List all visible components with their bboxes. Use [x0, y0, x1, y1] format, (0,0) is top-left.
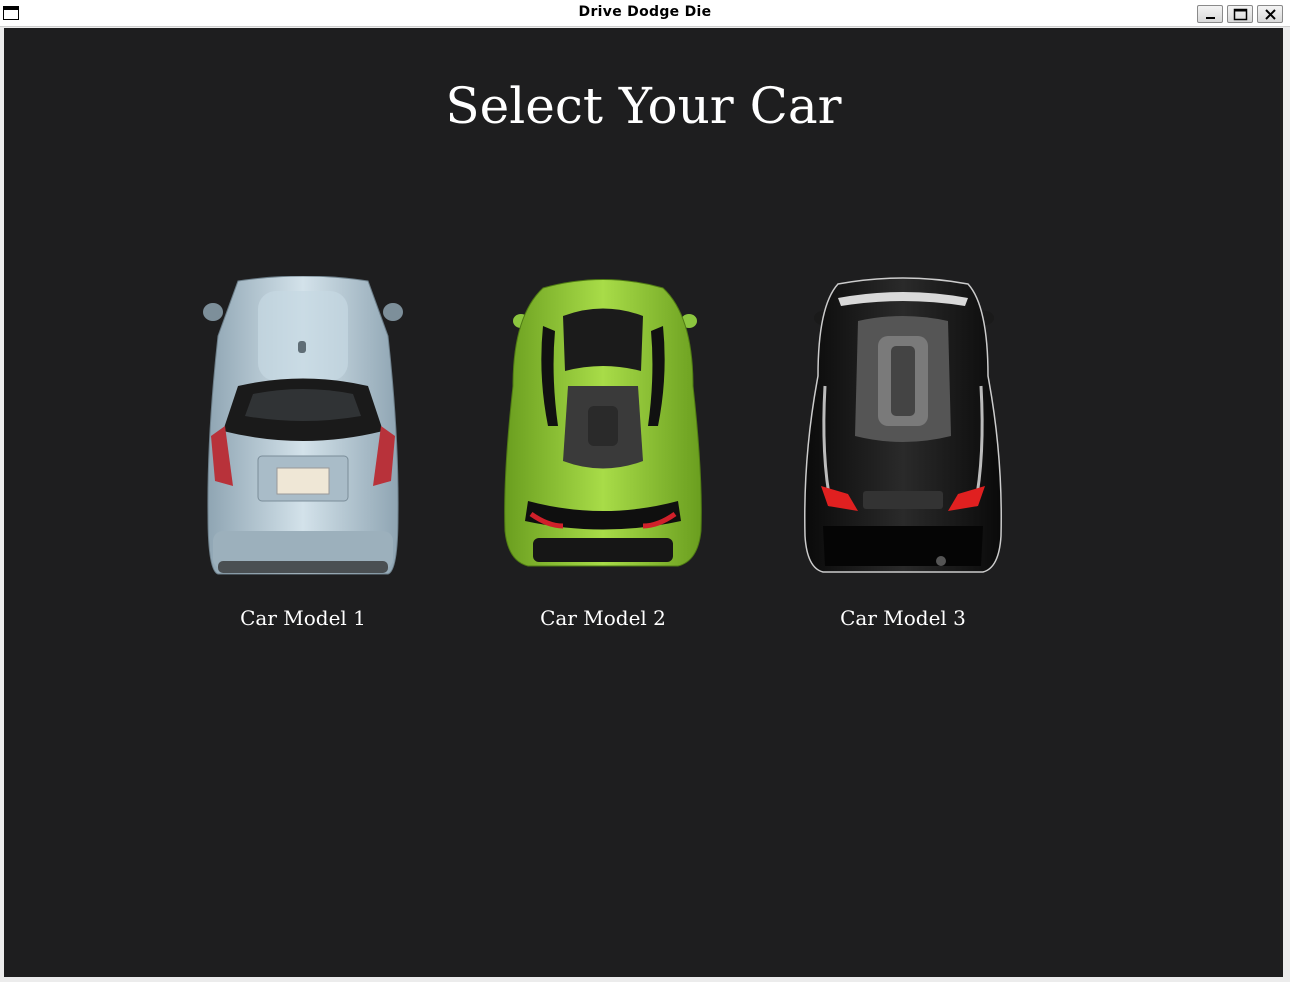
maximize-icon: [1233, 8, 1248, 21]
window-title: Drive Dodge Die: [578, 4, 712, 20]
page-title: Select Your Car: [445, 77, 842, 135]
silver-hatchback-icon: [203, 276, 403, 575]
car-option-3[interactable]: Car Model 3: [783, 276, 1023, 646]
game-canvas: Select Your Car Car Model 1 Car Model 2 …: [4, 28, 1283, 977]
app-window: Drive Dodge Die Select Your Car Car Mode…: [0, 0, 1290, 982]
close-icon: [1265, 9, 1276, 20]
black-sports-car-icon: [804, 277, 1002, 573]
car-label-2: Car Model 2: [540, 606, 666, 630]
car-option-1[interactable]: Car Model 1: [183, 276, 423, 646]
car-label-3: Car Model 3: [840, 606, 966, 630]
minimize-icon: [1206, 17, 1215, 19]
maximize-button[interactable]: [1227, 5, 1253, 23]
minimize-button[interactable]: [1197, 5, 1223, 23]
title-bar[interactable]: Drive Dodge Die: [0, 0, 1290, 27]
car-label-1: Car Model 1: [240, 606, 366, 630]
green-sports-car-icon: [504, 279, 702, 567]
close-button[interactable]: [1257, 5, 1283, 23]
car-option-2[interactable]: Car Model 2: [483, 276, 723, 646]
